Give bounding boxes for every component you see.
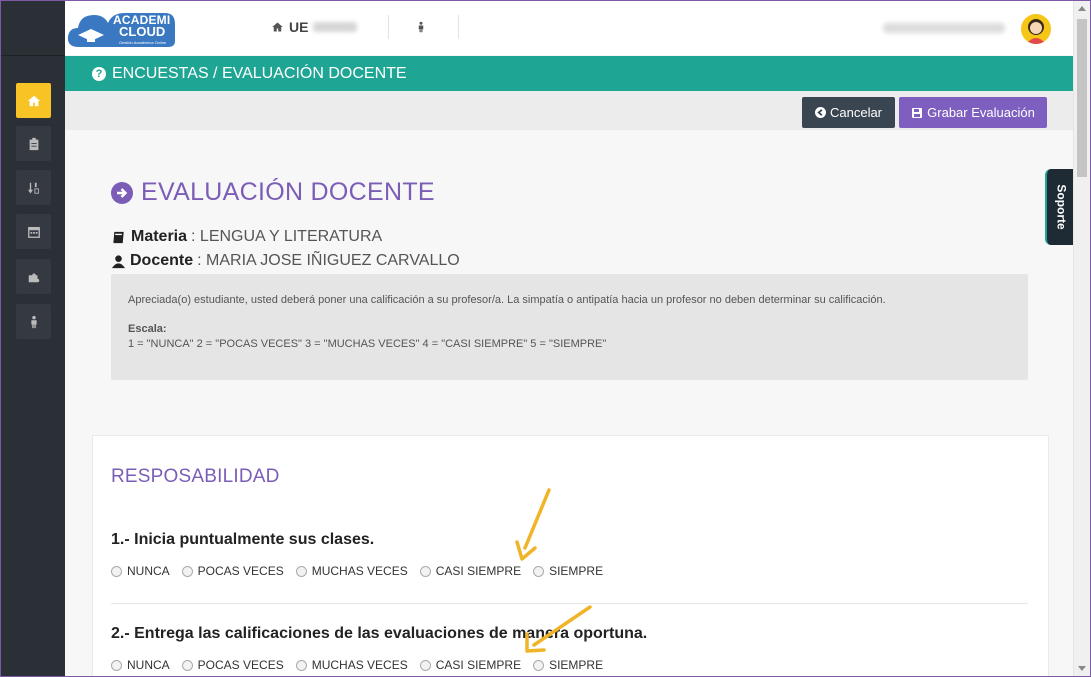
save-evaluation-button[interactable]: Grabar Evaluación (899, 97, 1047, 128)
scale-text: 1 = "NUNCA" 2 = "POCAS VECES" 3 = "MUCHA… (128, 338, 607, 350)
nav-person-link[interactable] (415, 19, 427, 40)
user-avatar-icon (1026, 19, 1046, 44)
cancel-button-label: Cancelar (829, 105, 883, 120)
option-siempre[interactable]: SIEMPRE (533, 564, 603, 578)
option-label: MUCHAS VECES (311, 658, 408, 672)
docente-row: Docente: MARIA JOSE IÑIGUEZ CARVALLO (111, 252, 460, 270)
scale-title: Escala: (128, 323, 167, 335)
support-tab-label: Soporte (1055, 184, 1069, 230)
help-icon[interactable]: ? (92, 66, 106, 81)
materia-label: Materia (131, 228, 188, 245)
radio-button[interactable] (111, 565, 122, 577)
radio-button[interactable] (419, 565, 431, 577)
annotation-arrow-icon (515, 488, 551, 561)
option-muchas-veces[interactable]: MUCHAS VECES (295, 564, 408, 578)
sidebar-item-sort[interactable] (16, 170, 51, 205)
radio-button[interactable] (533, 565, 545, 577)
page-title-bar: ? ENCUESTAS / EVALUACIÓN DOCENTE (65, 56, 1074, 91)
instructions-text: Apreciada(o) estudiante, usted deberá po… (128, 294, 886, 306)
puzzle-icon (28, 273, 39, 282)
main-content: EVALUACIÓN DOCENTE Materia: LENGUA Y LIT… (65, 130, 1074, 676)
sidebar-item-person[interactable] (16, 304, 51, 339)
scroll-down-icon[interactable] (1078, 666, 1086, 671)
person-icon (30, 315, 37, 328)
header-divider (458, 15, 459, 39)
question-1-options: NUNCA POCAS VECES MUCHAS VECES CASI SIEM… (111, 564, 603, 578)
option-label: MUCHAS VECES (311, 564, 408, 578)
option-label: SIEMPRE (549, 564, 604, 578)
option-nunca[interactable]: NUNCA (111, 564, 170, 578)
user-icon (111, 254, 126, 268)
radio-button[interactable] (533, 659, 545, 671)
cancel-button[interactable]: Cancelar (802, 97, 895, 128)
scroll-up-icon[interactable] (1078, 6, 1086, 11)
clipboard-icon (29, 137, 38, 150)
sidebar (1, 1, 65, 676)
vertical-scrollbar[interactable] (1073, 1, 1090, 676)
option-casi-siempre[interactable]: CASI SIEMPRE (419, 564, 522, 578)
option-label: NUNCA (127, 658, 170, 672)
sort-numeric-icon (27, 182, 39, 194)
docente-label: Docente (130, 252, 194, 269)
sidebar-item-puzzle[interactable] (16, 259, 51, 294)
section-title: RESPOSABILIDAD (111, 466, 280, 487)
sidebar-item-clipboard[interactable] (16, 126, 51, 161)
home-icon (272, 22, 283, 32)
radio-button[interactable] (111, 659, 122, 671)
scrollbar-thumb[interactable] (1077, 19, 1087, 177)
option-label: CASI SIEMPRE (435, 658, 522, 672)
user-name-redacted[interactable] (883, 23, 1005, 33)
radio-button[interactable] (181, 565, 193, 577)
institution-name-redacted (313, 22, 358, 32)
avatar[interactable] (1021, 14, 1051, 44)
heading-text: EVALUACIÓN DOCENTE (141, 178, 435, 206)
arrow-left-circle-icon (814, 107, 826, 118)
question-2-options: NUNCA POCAS VECES MUCHAS VECES CASI SIEM… (111, 658, 603, 672)
radio-button[interactable] (295, 659, 307, 671)
app-window: ACADEMI CLOUD Gestión Académica Online U… (0, 0, 1091, 677)
radio-button[interactable] (295, 565, 307, 577)
top-header: ACADEMI CLOUD Gestión Académica Online U… (65, 1, 1074, 55)
floppy-disk-icon (912, 107, 923, 118)
book-icon (113, 231, 124, 243)
save-button-label: Grabar Evaluación (927, 105, 1035, 120)
person-icon (418, 21, 424, 33)
option-label: POCAS VECES (197, 658, 284, 672)
option-label: NUNCA (127, 564, 170, 578)
arrow-right-circle-icon (111, 181, 133, 204)
action-toolbar: Cancelar Grabar Evaluación (65, 91, 1074, 130)
radio-button[interactable] (419, 659, 431, 671)
nav-home-link[interactable]: UE (271, 19, 358, 35)
option-label: CASI SIEMPRE (435, 564, 522, 578)
header-divider (388, 15, 389, 39)
option-label: POCAS VECES (197, 564, 284, 578)
question-title: 1.- Inicia puntualmente sus clases. (111, 531, 375, 548)
docente-value: : MARIA JOSE IÑIGUEZ CARVALLO (197, 252, 460, 269)
option-pocas-veces[interactable]: POCAS VECES (181, 564, 284, 578)
home-prefix: UE (289, 19, 309, 35)
breadcrumb: ENCUESTAS / EVALUACIÓN DOCENTE (112, 64, 407, 82)
option-muchas-veces[interactable]: MUCHAS VECES (295, 658, 408, 672)
option-nunca[interactable]: NUNCA (111, 658, 170, 672)
materia-value: : LENGUA Y LITERATURA (191, 228, 383, 245)
logo-tagline: Gestión Académica Online (119, 40, 167, 45)
instructions-box: Apreciada(o) estudiante, usted deberá po… (111, 274, 1028, 380)
sidebar-top (1, 1, 65, 56)
option-siempre[interactable]: SIEMPRE (533, 658, 603, 672)
option-pocas-veces[interactable]: POCAS VECES (181, 658, 284, 672)
annotation-arrow-icon (525, 605, 592, 653)
materia-row: Materia: LENGUA Y LITERATURA (111, 228, 382, 246)
sidebar-item-home[interactable] (16, 83, 51, 118)
option-casi-siempre[interactable]: CASI SIEMPRE (419, 658, 522, 672)
academicloud-logo[interactable]: ACADEMI CLOUD Gestión Académica Online (65, 7, 177, 51)
option-label: SIEMPRE (549, 658, 604, 672)
calendar-icon (27, 226, 40, 238)
sidebar-item-calendar[interactable] (16, 214, 51, 249)
logo-text-line2: CLOUD (119, 24, 166, 39)
radio-button[interactable] (181, 659, 193, 671)
page-heading: EVALUACIÓN DOCENTE (111, 178, 435, 207)
home-icon (27, 95, 40, 106)
